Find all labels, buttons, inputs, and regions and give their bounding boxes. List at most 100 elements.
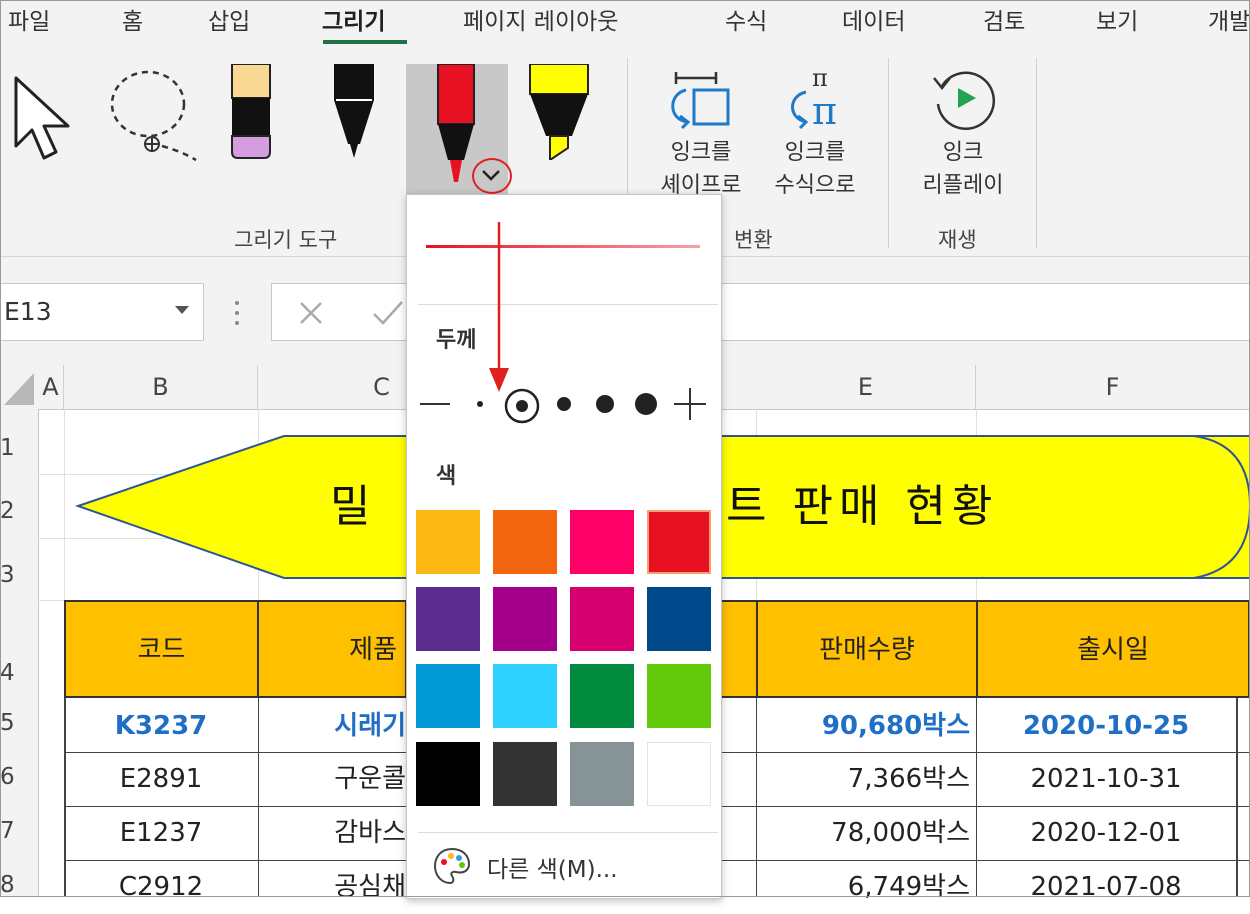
name-box-dropdown-icon[interactable] bbox=[174, 304, 190, 316]
column-header-a[interactable]: A bbox=[38, 365, 64, 409]
ink-to-math-line2: 수식으로 bbox=[774, 173, 856, 198]
table-header-date[interactable]: 출시일 bbox=[976, 600, 1250, 698]
cell-code[interactable]: K3237 bbox=[64, 700, 258, 752]
tab-draw[interactable]: 그리기 bbox=[322, 2, 385, 36]
row-header-6[interactable]: 6 bbox=[0, 764, 38, 790]
tab-home[interactable]: 홈 bbox=[122, 2, 143, 36]
table-left-border bbox=[64, 698, 66, 897]
row-header-3[interactable]: 3 bbox=[0, 562, 38, 588]
tab-page-layout[interactable]: 페이지 레이아웃 bbox=[463, 2, 618, 36]
cell-code[interactable]: E2891 bbox=[64, 752, 258, 806]
more-colors-button[interactable]: 다른 색(M)... bbox=[487, 850, 618, 884]
group-label-convert: 변환 bbox=[734, 228, 773, 252]
select-all-icon[interactable] bbox=[0, 365, 38, 409]
ink-to-shape-label[interactable]: 잉크를 셰이프로 bbox=[655, 136, 747, 202]
color-swatch[interactable] bbox=[647, 587, 711, 651]
eraser-pencil-icon[interactable] bbox=[226, 64, 276, 162]
cell-qty[interactable]: 90,680박스 bbox=[756, 700, 976, 752]
highlighter-icon[interactable] bbox=[526, 64, 592, 160]
lasso-select-icon[interactable] bbox=[104, 64, 204, 164]
ink-to-shape-line1: 잉크를 bbox=[670, 140, 732, 165]
cell-product[interactable]: 시래기 bbox=[258, 700, 406, 752]
row-header-7[interactable]: 7 bbox=[0, 818, 38, 844]
table-header-hidden bbox=[720, 600, 758, 698]
select-cursor-icon[interactable] bbox=[10, 72, 80, 164]
color-swatch[interactable] bbox=[570, 742, 634, 806]
thickness-option[interactable] bbox=[552, 386, 576, 422]
table-header-code[interactable]: 코드 bbox=[64, 600, 259, 698]
column-header-f[interactable]: F bbox=[976, 365, 1250, 409]
ink-replay-line2: 리플레이 bbox=[922, 173, 1004, 198]
column-header-b[interactable]: B bbox=[64, 365, 258, 409]
row-header-1[interactable]: 1 bbox=[0, 435, 38, 461]
ink-replay-icon[interactable] bbox=[928, 64, 998, 134]
ribbon-tab-bar: 파일 홈 삽입 그리기 페이지 레이아웃 수식 데이터 검토 보기 개발 bbox=[0, 0, 1250, 44]
enter-check-icon[interactable] bbox=[370, 298, 406, 328]
tab-data[interactable]: 데이터 bbox=[842, 2, 905, 36]
color-swatch[interactable] bbox=[493, 587, 557, 651]
name-box-value: E13 bbox=[4, 297, 52, 326]
ink-to-math-line1: 잉크를 bbox=[784, 140, 846, 165]
tab-view[interactable]: 보기 bbox=[1096, 2, 1138, 36]
color-swatch[interactable] bbox=[493, 664, 557, 728]
table-col-border bbox=[258, 698, 259, 897]
color-swatch[interactable] bbox=[416, 510, 480, 574]
dropdown-separator bbox=[418, 832, 718, 833]
color-swatch[interactable] bbox=[647, 742, 711, 806]
cell-product[interactable]: 감바스 bbox=[258, 806, 406, 860]
table-header-product[interactable]: 제품 bbox=[257, 600, 407, 698]
tab-file[interactable]: 파일 bbox=[8, 2, 50, 36]
black-pen-icon[interactable] bbox=[330, 64, 378, 162]
color-swatch[interactable] bbox=[570, 587, 634, 651]
color-swatch[interactable] bbox=[493, 742, 557, 806]
color-swatch[interactable] bbox=[647, 664, 711, 728]
row-header-8[interactable]: 8 bbox=[0, 872, 38, 898]
tab-insert[interactable]: 삽입 bbox=[208, 2, 250, 36]
row-header-5[interactable]: 5 bbox=[0, 710, 38, 736]
ink-to-math-label[interactable]: 잉크를 수식으로 bbox=[764, 136, 866, 202]
cell-code[interactable]: E1237 bbox=[64, 806, 258, 860]
thickness-option[interactable] bbox=[630, 386, 662, 422]
cell-code[interactable]: C2912 bbox=[64, 860, 258, 914]
tab-developer[interactable]: 개발 bbox=[1208, 2, 1250, 36]
cell-date[interactable]: 2020-12-01 bbox=[976, 806, 1236, 860]
svg-text:π: π bbox=[812, 89, 837, 132]
increase-thickness-icon[interactable] bbox=[672, 386, 708, 422]
thickness-option[interactable] bbox=[590, 386, 620, 422]
tab-formulas[interactable]: 수식 bbox=[725, 2, 767, 36]
color-swatch[interactable] bbox=[416, 664, 480, 728]
group-label-replay: 재생 bbox=[938, 228, 977, 252]
ink-to-shape-icon[interactable] bbox=[666, 64, 736, 134]
table-col-border bbox=[756, 698, 757, 897]
ribbon-separator bbox=[888, 58, 889, 248]
color-swatch[interactable] bbox=[416, 587, 480, 651]
table-right-border bbox=[1236, 698, 1238, 897]
table-header-qty[interactable]: 판매수량 bbox=[756, 600, 978, 698]
cell-qty[interactable]: 7,366박스 bbox=[756, 752, 976, 806]
cell-date[interactable]: 2021-10-31 bbox=[976, 752, 1236, 806]
ink-replay-label[interactable]: 잉크 리플레이 bbox=[906, 136, 1020, 202]
cell-product[interactable]: 공심채 bbox=[258, 860, 406, 914]
color-swatch[interactable] bbox=[493, 510, 557, 574]
cancel-icon[interactable] bbox=[296, 298, 326, 328]
cell-qty[interactable]: 6,749박스 bbox=[756, 860, 976, 914]
palette-icon[interactable] bbox=[432, 846, 472, 886]
row-header-2[interactable]: 2 bbox=[0, 498, 38, 524]
cell-date[interactable]: 2020-10-25 bbox=[976, 700, 1236, 752]
cell-product[interactable]: 구운콜 bbox=[258, 752, 406, 806]
table-col-border bbox=[976, 698, 977, 897]
decrease-thickness-icon[interactable] bbox=[416, 386, 452, 422]
cell-qty[interactable]: 78,000박스 bbox=[756, 806, 976, 860]
color-swatch[interactable] bbox=[570, 510, 634, 574]
row-header-4[interactable]: 4 bbox=[0, 660, 38, 686]
color-swatch[interactable] bbox=[647, 510, 711, 574]
pen-stroke-preview bbox=[426, 245, 700, 248]
color-swatch[interactable] bbox=[416, 742, 480, 806]
ink-to-math-icon[interactable]: π π bbox=[782, 62, 852, 132]
drag-handle-icon[interactable] bbox=[231, 298, 243, 328]
cell-date[interactable]: 2021-07-08 bbox=[976, 860, 1236, 914]
column-header-e[interactable]: E bbox=[756, 365, 976, 409]
ink-replay-line1: 잉크 bbox=[942, 140, 984, 165]
tab-review[interactable]: 검토 bbox=[983, 2, 1025, 36]
color-swatch[interactable] bbox=[570, 664, 634, 728]
